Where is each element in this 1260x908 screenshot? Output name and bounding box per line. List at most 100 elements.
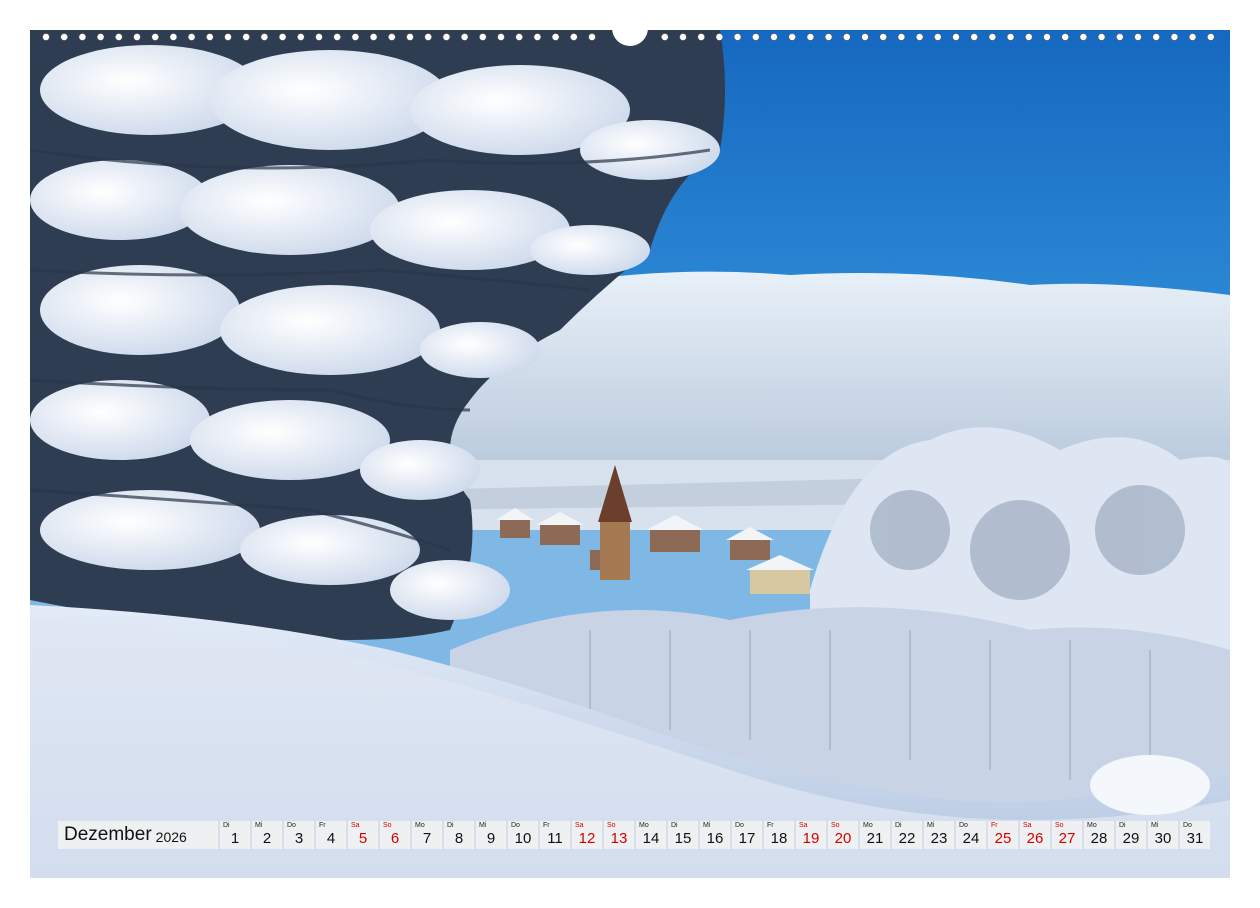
weekday-label: Di (671, 822, 678, 829)
weekday-label: Do (511, 822, 520, 829)
weekday-label: Sa (351, 822, 360, 829)
day-cell: So 20 (828, 821, 858, 849)
binding-hole (224, 33, 232, 41)
day-number: 30 (1154, 830, 1172, 847)
binding-hole (169, 33, 178, 41)
day-cell: Mi 30 (1148, 821, 1178, 849)
day-number: 17 (738, 830, 756, 847)
binding-hole (460, 33, 469, 41)
weekday-label: Di (447, 822, 454, 829)
binding-hole (1207, 33, 1215, 41)
month-name: Dezember (64, 824, 152, 845)
day-number: 10 (514, 830, 532, 847)
binding-hole (278, 33, 287, 41)
weekday-label: Fr (991, 822, 998, 829)
day-number: 20 (834, 830, 852, 847)
weekday-label: Di (223, 822, 230, 829)
day-number: 3 (294, 830, 304, 847)
binding-hole (369, 33, 378, 41)
day-number: 29 (1122, 830, 1140, 847)
weekday-label: Mi (479, 822, 487, 829)
binding-hole (333, 33, 342, 41)
day-number: 11 (547, 830, 563, 847)
binding-hole (151, 33, 159, 41)
binding-hole (806, 33, 815, 41)
binding-hole (1079, 33, 1088, 41)
day-cell: Mi 9 (476, 821, 506, 849)
day-number: 19 (802, 830, 820, 847)
day-number: 25 (994, 830, 1012, 847)
weekday-label: Fr (319, 822, 326, 829)
binding-hole (242, 33, 250, 41)
binding-hole (988, 33, 997, 41)
weekday-label: So (383, 822, 392, 829)
day-number: 7 (422, 830, 432, 847)
day-cell: Fr 4 (316, 821, 346, 849)
month-label: Dezember 2026 (58, 821, 218, 849)
day-number: 21 (866, 830, 884, 847)
binding-hole (1170, 33, 1179, 41)
weekday-label: Sa (799, 822, 808, 829)
binding-hole (1152, 33, 1160, 41)
binding-hole (569, 33, 578, 41)
day-number: 9 (486, 830, 496, 847)
day-number: 4 (326, 830, 336, 847)
binding-hole (1061, 33, 1069, 41)
day-cell: Mo 14 (636, 821, 666, 849)
day-number: 12 (578, 830, 596, 847)
binding-hole (315, 33, 323, 41)
weekday-label: Fr (767, 822, 774, 829)
weekday-label: Mo (639, 822, 649, 829)
binding-hole (697, 33, 706, 41)
binding-hole (187, 33, 196, 41)
binding-hole (78, 33, 87, 41)
binding-hole (1097, 33, 1106, 41)
weekday-label: Di (895, 822, 902, 829)
binding-hole (1134, 33, 1142, 41)
binding-hole (60, 33, 69, 41)
day-cell: Do 10 (508, 821, 538, 849)
weekday-label: Do (1183, 822, 1192, 829)
binding-hole (478, 33, 487, 41)
day-cell: Di 8 (444, 821, 474, 849)
day-cell: Mo 7 (412, 821, 442, 849)
day-number: 27 (1058, 830, 1076, 847)
day-number: 2 (262, 830, 272, 847)
binding-hole (679, 33, 687, 41)
day-number: 15 (674, 830, 692, 847)
day-number: 26 (1026, 830, 1044, 847)
binding-hole (133, 33, 141, 41)
day-number: 1 (230, 830, 240, 847)
day-number: 5 (358, 830, 368, 847)
day-cell: Do 24 (956, 821, 986, 849)
weekday-label: Do (959, 822, 968, 829)
binding-hole (861, 33, 869, 41)
day-cell: Di 22 (892, 821, 922, 849)
binding-hole (351, 33, 360, 41)
binding-hole (1024, 33, 1033, 41)
day-number: 13 (610, 830, 628, 847)
day-cell: So 13 (604, 821, 634, 849)
binding-hole (1116, 33, 1124, 41)
binding-hole (515, 33, 524, 41)
weekday-label: Mi (1151, 822, 1159, 829)
day-cell: Mo 28 (1084, 821, 1114, 849)
binding-hole (497, 33, 505, 41)
day-cell: Fr 25 (988, 821, 1018, 849)
winter-landscape-photo (30, 30, 1230, 878)
day-number: 24 (962, 830, 980, 847)
weekday-label: Mo (415, 822, 425, 829)
binding-hole (1043, 33, 1051, 41)
weekday-label: Mo (863, 822, 873, 829)
binding-hole (1006, 33, 1015, 41)
binding-hole (588, 33, 596, 41)
binding-hole (842, 33, 851, 41)
binding-hole (115, 33, 123, 41)
weekday-label: Sa (1023, 822, 1032, 829)
day-cell: Mi 23 (924, 821, 954, 849)
day-number: 14 (642, 830, 660, 847)
binding-hole (406, 33, 414, 41)
day-cell: So 6 (380, 821, 410, 849)
binding-hole (660, 33, 669, 41)
binding-hole (260, 33, 269, 41)
